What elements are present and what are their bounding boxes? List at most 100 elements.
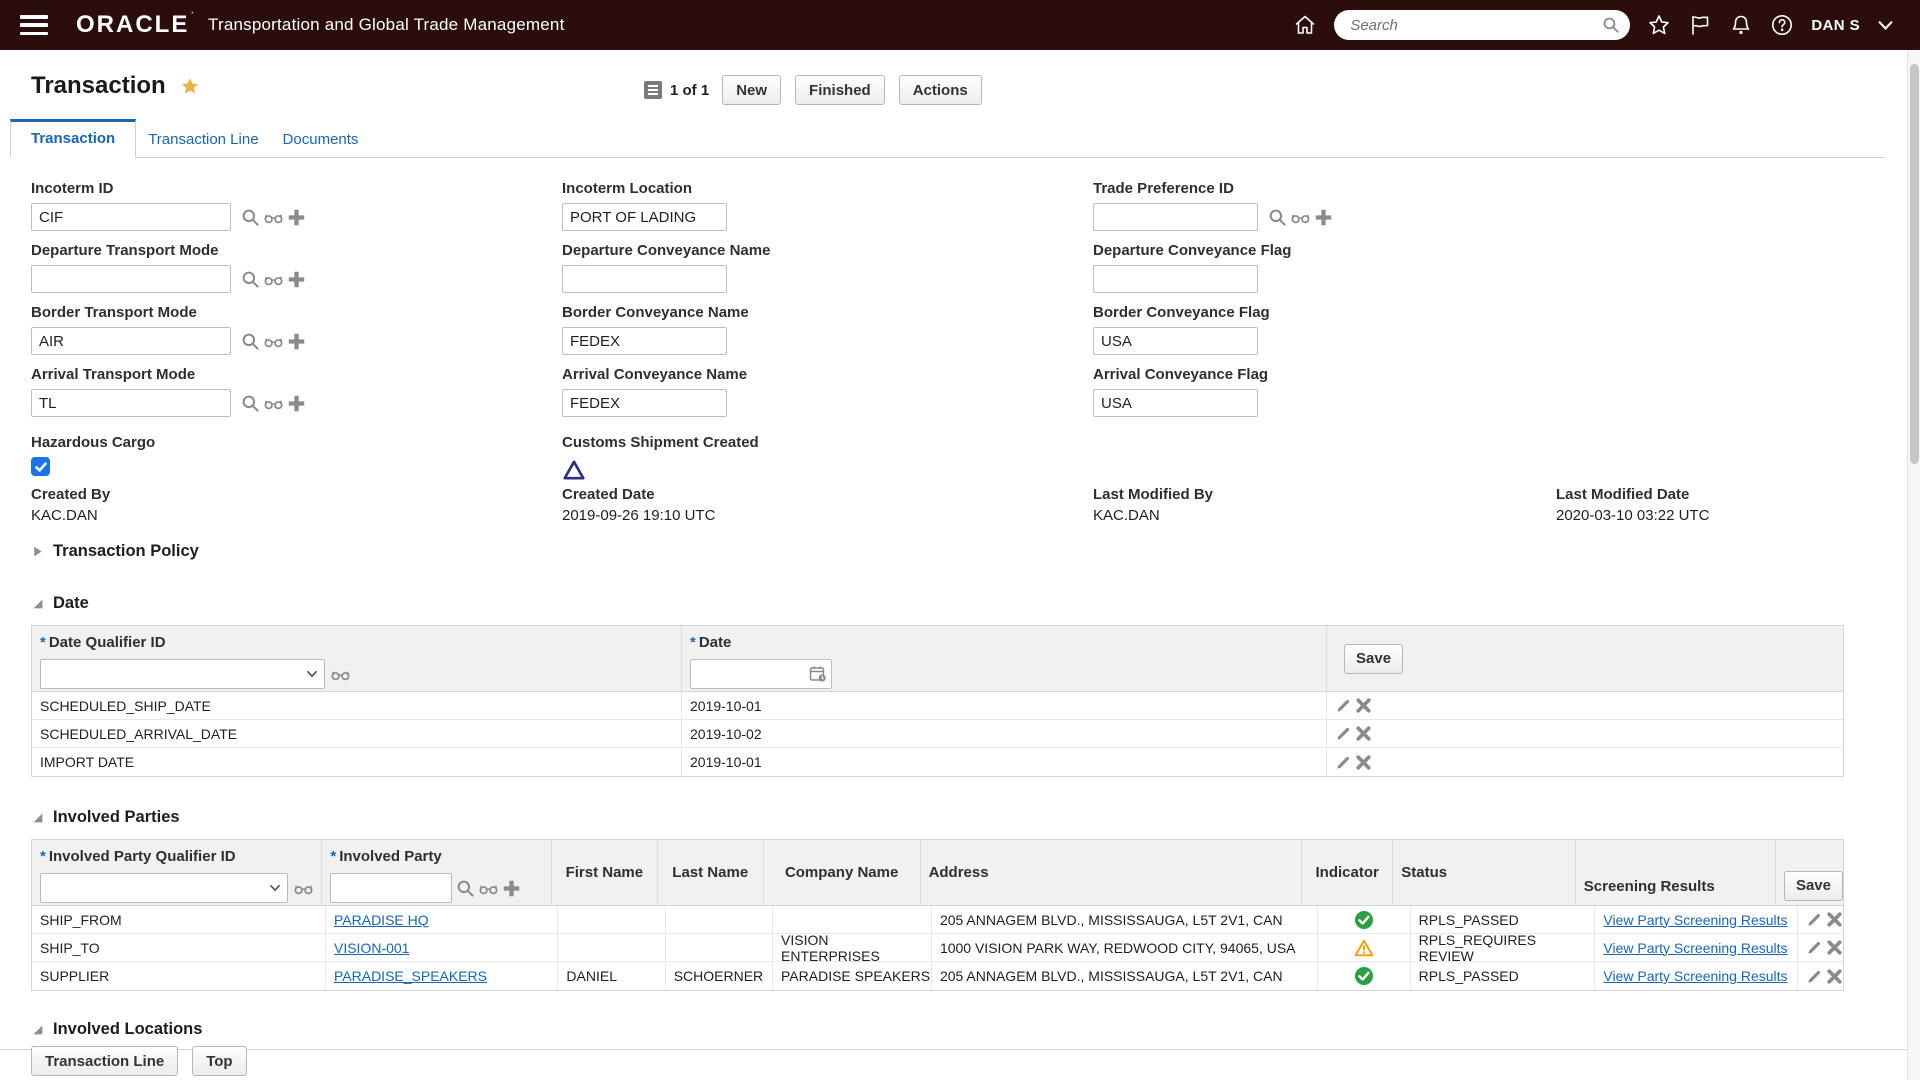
- screening-results-link[interactable]: View Party Screening Results: [1603, 912, 1787, 928]
- add-new-plus-icon[interactable]: [287, 208, 306, 227]
- actions-button[interactable]: Actions: [898, 75, 982, 105]
- date-row[interactable]: SCHEDULED_ARRIVAL_DATE 2019-10-02: [32, 720, 1843, 748]
- home-icon[interactable]: [1293, 13, 1317, 37]
- lookup-search-icon[interactable]: [241, 394, 260, 413]
- add-new-plus-icon[interactable]: [502, 879, 521, 898]
- departure-conveyance-flag-input[interactable]: [1093, 265, 1258, 293]
- expanded-triangle-icon: [31, 597, 44, 610]
- field-border-conveyance-name: Border Conveyance Name: [562, 304, 1093, 366]
- top-button[interactable]: Top: [192, 1046, 247, 1076]
- section-involved-parties[interactable]: Involved Parties: [31, 808, 1882, 827]
- tab-transaction-line[interactable]: Transaction Line: [136, 122, 270, 157]
- party-qualifier-select[interactable]: [40, 873, 288, 903]
- view-details-glasses-icon[interactable]: [331, 665, 350, 684]
- trade-preference-id-input[interactable]: [1093, 203, 1258, 231]
- field-label: Border Conveyance Flag: [1093, 304, 1270, 321]
- column-header: Involved Party Qualifier ID: [48, 848, 236, 865]
- user-chevron-down-icon[interactable]: [1877, 17, 1894, 34]
- arrival-conveyance-flag-input[interactable]: [1093, 389, 1258, 417]
- search-icon[interactable]: [1602, 16, 1620, 34]
- search-input[interactable]: [1350, 16, 1603, 34]
- finished-button[interactable]: Finished: [795, 75, 885, 105]
- view-details-glasses-icon[interactable]: [264, 394, 283, 413]
- help-icon[interactable]: [1770, 13, 1794, 37]
- arrival-transport-mode-input[interactable]: [31, 389, 231, 417]
- screening-results-link[interactable]: View Party Screening Results: [1603, 968, 1787, 984]
- field-label: Arrival Transport Mode: [31, 366, 196, 383]
- party-link[interactable]: PARADISE_SPEAKERS: [334, 968, 487, 984]
- view-details-glasses-icon[interactable]: [1291, 208, 1310, 227]
- section-transaction-policy[interactable]: Transaction Policy: [31, 542, 1882, 561]
- date-save-button[interactable]: Save: [1344, 643, 1404, 674]
- calendar-icon[interactable]: [809, 665, 827, 683]
- add-new-plus-icon[interactable]: [1314, 208, 1333, 227]
- section-divider: [0, 1049, 1920, 1050]
- add-new-plus-icon[interactable]: [287, 394, 306, 413]
- delete-x-icon[interactable]: [1355, 697, 1372, 714]
- vertical-scrollbar[interactable]: [1907, 50, 1920, 1080]
- departure-conveyance-name-input[interactable]: [562, 265, 727, 293]
- delete-x-icon[interactable]: [1826, 968, 1843, 985]
- new-button[interactable]: New: [722, 75, 782, 105]
- view-details-glasses-icon[interactable]: [264, 208, 283, 227]
- delete-x-icon[interactable]: [1355, 754, 1372, 771]
- incoterm-location-input[interactable]: [562, 203, 727, 231]
- edit-pencil-icon[interactable]: [1806, 968, 1823, 985]
- audit-info-row: Created By KAC.DAN Created Date 2019-09-…: [31, 486, 1844, 524]
- date-row[interactable]: SCHEDULED_SHIP_DATE 2019-10-01: [32, 692, 1843, 720]
- date-qualifier-select[interactable]: [40, 659, 325, 689]
- screening-results-link[interactable]: View Party Screening Results: [1603, 940, 1787, 956]
- flag-icon[interactable]: [1688, 13, 1712, 37]
- tab-transaction[interactable]: Transaction: [10, 119, 137, 158]
- edit-pencil-icon[interactable]: [1335, 697, 1352, 714]
- lookup-search-icon[interactable]: [241, 270, 260, 289]
- parties-save-button[interactable]: Save: [1783, 870, 1843, 901]
- party-row[interactable]: SUPPLIER PARADISE_SPEAKERS DANIEL SCHOER…: [32, 962, 1843, 990]
- view-details-glasses-icon[interactable]: [264, 332, 283, 351]
- view-details-glasses-icon[interactable]: [264, 270, 283, 289]
- edit-pencil-icon[interactable]: [1806, 939, 1823, 956]
- section-involved-locations[interactable]: Involved Locations: [31, 1020, 1882, 1039]
- lookup-search-icon[interactable]: [1268, 208, 1287, 227]
- first-name-cell: [558, 934, 666, 961]
- lookup-search-icon[interactable]: [456, 879, 475, 898]
- incoterm-id-input[interactable]: [31, 203, 231, 231]
- date-row[interactable]: IMPORT DATE 2019-10-01: [32, 748, 1843, 776]
- scrollbar-thumb[interactable]: [1910, 64, 1919, 464]
- departure-transport-mode-input[interactable]: [31, 265, 231, 293]
- delete-x-icon[interactable]: [1826, 939, 1843, 956]
- edit-pencil-icon[interactable]: [1335, 725, 1352, 742]
- tab-documents[interactable]: Documents: [271, 122, 371, 157]
- favorite-star-icon[interactable]: [180, 76, 200, 96]
- arrival-conveyance-name-input[interactable]: [562, 389, 727, 417]
- party-row[interactable]: SHIP_TO VISION-001 VISION ENTERPRISES 10…: [32, 932, 1843, 964]
- customs-shipment-triangle-icon[interactable]: [562, 459, 586, 481]
- edit-pencil-icon[interactable]: [1335, 754, 1352, 771]
- hazardous-cargo-checkbox[interactable]: [31, 457, 50, 476]
- add-new-plus-icon[interactable]: [287, 270, 306, 289]
- section-date[interactable]: Date: [31, 594, 1882, 613]
- column-header: First Name: [565, 864, 644, 881]
- transaction-line-button[interactable]: Transaction Line: [31, 1046, 179, 1076]
- border-conveyance-name-input[interactable]: [562, 327, 727, 355]
- lookup-search-icon[interactable]: [241, 332, 260, 351]
- add-new-plus-icon[interactable]: [287, 332, 306, 351]
- party-link[interactable]: VISION-001: [334, 940, 409, 956]
- delete-x-icon[interactable]: [1355, 725, 1372, 742]
- company-name-header-cell: Company Name: [764, 840, 921, 905]
- edit-pencil-icon[interactable]: [1806, 911, 1823, 928]
- delete-x-icon[interactable]: [1826, 911, 1843, 928]
- lookup-search-icon[interactable]: [241, 208, 260, 227]
- party-row[interactable]: SHIP_FROM PARADISE HQ 205 ANNAGEM BLVD.,…: [32, 906, 1843, 934]
- border-transport-mode-input[interactable]: [31, 327, 231, 355]
- view-details-glasses-icon[interactable]: [294, 879, 313, 898]
- user-menu[interactable]: DAN S: [1811, 17, 1860, 34]
- notifications-bell-icon[interactable]: [1729, 13, 1753, 37]
- favorites-star-icon[interactable]: [1647, 13, 1671, 37]
- party-link[interactable]: PARADISE HQ: [334, 912, 429, 928]
- new-party-input[interactable]: [330, 873, 453, 903]
- record-list-icon[interactable]: [643, 80, 663, 100]
- view-details-glasses-icon[interactable]: [479, 879, 498, 898]
- menu-icon[interactable]: [20, 15, 48, 35]
- border-conveyance-flag-input[interactable]: [1093, 327, 1258, 355]
